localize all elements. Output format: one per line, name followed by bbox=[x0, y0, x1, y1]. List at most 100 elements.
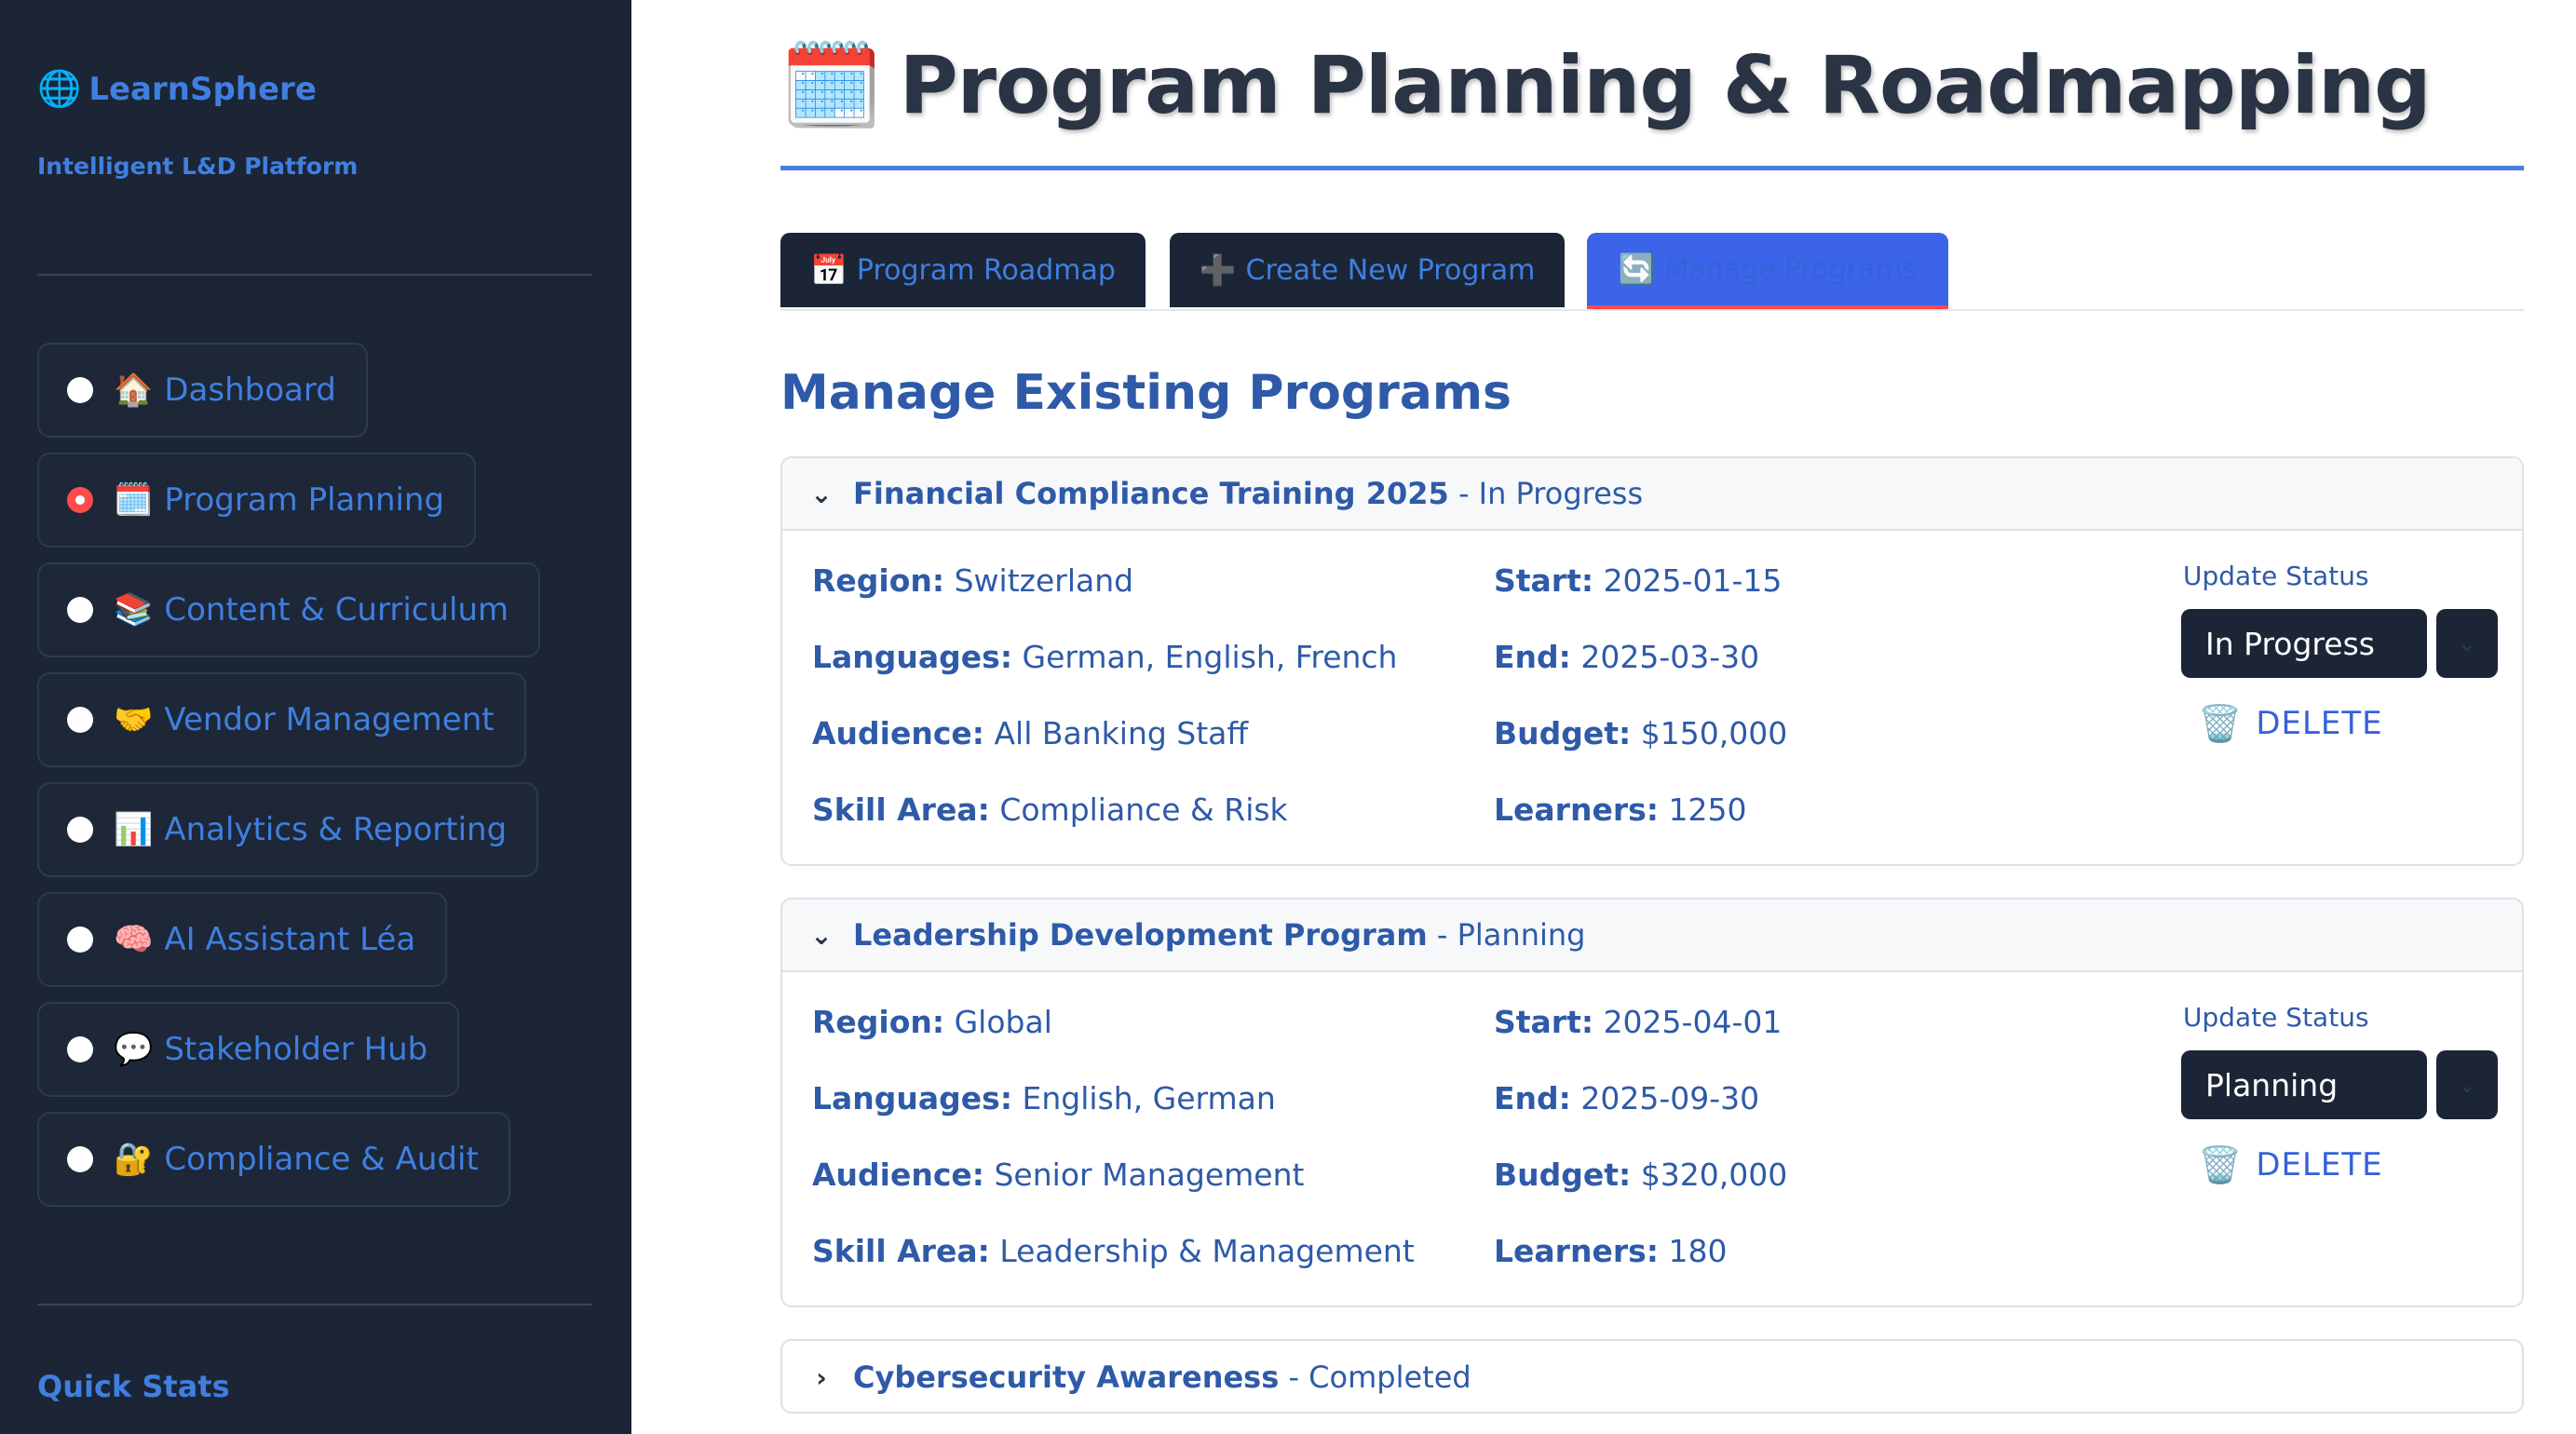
program-name: Financial Compliance Training 2025 bbox=[853, 476, 1449, 511]
field-start: Start: 2025-04-01 bbox=[1494, 1004, 1783, 1040]
field-languages: Languages: German, English, French bbox=[812, 639, 1398, 675]
separator: - bbox=[1427, 917, 1457, 953]
calendar-icon: 🗓️ bbox=[114, 482, 154, 518]
handshake-icon: 🤝 bbox=[114, 702, 154, 737]
quick-stats-heading: Quick Stats bbox=[37, 1369, 230, 1404]
page-title: Program Planning & Roadmapping bbox=[899, 39, 2432, 132]
books-icon: 📚 bbox=[114, 592, 154, 628]
sidebar-item-ai-assistant[interactable]: 🧠 AI Assistant Léa bbox=[37, 892, 448, 987]
field-budget: Budget: $150,000 bbox=[1494, 715, 1788, 751]
status-select[interactable]: In Progress bbox=[2181, 609, 2427, 678]
program-name: Cybersecurity Awareness bbox=[853, 1360, 1280, 1395]
program-expander-header[interactable]: ⌄ Financial Compliance Training 2025 - I… bbox=[782, 458, 2522, 531]
program-details: Region: Global Languages: English, Germa… bbox=[782, 972, 2522, 1305]
sidebar-item-label: Compliance & Audit bbox=[164, 1141, 479, 1178]
tab-bar: 📅 Program Roadmap ➕ Create New Program 🔄… bbox=[780, 233, 2524, 311]
delete-label: DELETE bbox=[2256, 705, 2383, 742]
radio-icon[interactable] bbox=[67, 817, 93, 843]
radio-icon[interactable] bbox=[67, 377, 93, 403]
chevron-down-icon: ⌄ bbox=[810, 478, 833, 509]
chevron-down-icon[interactable]: ⌄ bbox=[2436, 1050, 2498, 1119]
radio-icon[interactable] bbox=[67, 707, 93, 733]
sidebar-item-label: Program Planning bbox=[164, 481, 445, 519]
sidebar: 🌐 LearnSphere Intelligent L&D Platform 🏠… bbox=[0, 0, 631, 1434]
calendar-date-icon: 📅 bbox=[810, 252, 847, 288]
field-region: Region: Global bbox=[812, 1004, 1052, 1040]
trash-icon: 🗑️ bbox=[2198, 1144, 2244, 1185]
trash-icon: 🗑️ bbox=[2198, 703, 2244, 744]
delete-button[interactable]: 🗑️ DELETE bbox=[2198, 691, 2383, 756]
field-end: End: 2025-09-30 bbox=[1494, 1080, 1760, 1116]
field-end: End: 2025-03-30 bbox=[1494, 639, 1760, 675]
sidebar-item-label: AI Assistant Léa bbox=[164, 921, 416, 958]
radio-icon[interactable] bbox=[67, 597, 93, 623]
tab-label: Create New Program bbox=[1245, 253, 1536, 287]
status-select[interactable]: Planning bbox=[2181, 1050, 2427, 1119]
tab-manage-programs[interactable]: 🔄 Manage Programs bbox=[1587, 233, 1948, 309]
field-audience: Audience: All Banking Staff bbox=[812, 715, 1249, 751]
main-content: 🗓️ Program Planning & Roadmapping 📅 Prog… bbox=[631, 0, 2576, 1434]
sidebar-item-label: Stakeholder Hub bbox=[164, 1031, 428, 1068]
sidebar-item-label: Dashboard bbox=[164, 372, 336, 409]
sidebar-item-compliance-audit[interactable]: 🔐 Compliance & Audit bbox=[37, 1112, 510, 1207]
delete-button[interactable]: 🗑️ DELETE bbox=[2198, 1132, 2383, 1197]
brand-name: LearnSphere bbox=[88, 71, 317, 108]
chevron-right-icon: › bbox=[816, 1361, 827, 1393]
separator: - bbox=[1448, 476, 1479, 511]
program-card: ⌄ Financial Compliance Training 2025 - I… bbox=[780, 456, 2524, 866]
tab-label: Program Roadmap bbox=[856, 253, 1116, 287]
title-divider bbox=[780, 166, 2524, 170]
program-status: Planning bbox=[1457, 917, 1586, 953]
program-card: › Cybersecurity Awareness - Completed bbox=[780, 1339, 2524, 1414]
field-budget: Budget: $320,000 bbox=[1494, 1157, 1788, 1193]
field-skill-area: Skill Area: Leadership & Management bbox=[812, 1233, 1415, 1269]
brand: 🌐 LearnSphere bbox=[37, 71, 317, 108]
program-status: Completed bbox=[1308, 1360, 1471, 1395]
sidebar-item-vendor-management[interactable]: 🤝 Vendor Management bbox=[37, 672, 526, 767]
tab-create-new-program[interactable]: ➕ Create New Program bbox=[1170, 233, 1565, 307]
separator: - bbox=[1279, 1360, 1309, 1395]
house-icon: 🏠 bbox=[114, 372, 154, 408]
field-skill-area: Skill Area: Compliance & Risk bbox=[812, 791, 1288, 828]
brain-icon: 🧠 bbox=[114, 922, 154, 957]
sidebar-item-dashboard[interactable]: 🏠 Dashboard bbox=[37, 343, 368, 438]
bar-chart-icon: 📊 bbox=[114, 812, 154, 847]
program-card: ⌄ Leadership Development Program - Plann… bbox=[780, 898, 2524, 1307]
speech-bubble-icon: 💬 bbox=[114, 1032, 154, 1067]
sidebar-divider bbox=[37, 274, 592, 276]
field-start: Start: 2025-01-15 bbox=[1494, 562, 1783, 599]
sidebar-item-analytics-reporting[interactable]: 📊 Analytics & Reporting bbox=[37, 782, 539, 877]
globe-icon: 🌐 bbox=[37, 70, 82, 109]
sidebar-item-program-planning[interactable]: 🗓️ Program Planning bbox=[37, 453, 477, 548]
field-learners: Learners: 1250 bbox=[1494, 791, 1747, 828]
refresh-icon: 🔄 bbox=[1618, 251, 1656, 287]
radio-icon[interactable] bbox=[67, 1036, 93, 1062]
radio-icon[interactable] bbox=[67, 1146, 93, 1172]
radio-selected-icon[interactable] bbox=[67, 487, 93, 513]
chevron-down-icon: ⌄ bbox=[810, 919, 833, 951]
program-details: Region: Switzerland Languages: German, E… bbox=[782, 531, 2522, 864]
plus-icon: ➕ bbox=[1199, 252, 1237, 288]
program-expander-header[interactable]: ⌄ Leadership Development Program - Plann… bbox=[782, 900, 2522, 972]
sidebar-item-stakeholder-hub[interactable]: 💬 Stakeholder Hub bbox=[37, 1002, 460, 1097]
section-title: Manage Existing Programs bbox=[780, 365, 1512, 421]
sidebar-divider bbox=[37, 1304, 592, 1305]
tab-label: Manage Programs bbox=[1664, 252, 1918, 286]
calendar-icon: 🗓️ bbox=[780, 39, 883, 131]
page-header: 🗓️ Program Planning & Roadmapping bbox=[780, 39, 2432, 132]
field-languages: Languages: English, German bbox=[812, 1080, 1276, 1116]
program-expander-header[interactable]: › Cybersecurity Awareness - Completed bbox=[782, 1341, 2522, 1412]
tab-program-roadmap[interactable]: 📅 Program Roadmap bbox=[780, 233, 1146, 307]
sidebar-item-label: Vendor Management bbox=[164, 701, 495, 738]
sidebar-item-label: Content & Curriculum bbox=[164, 591, 509, 629]
delete-label: DELETE bbox=[2256, 1146, 2383, 1184]
sidebar-item-content-curriculum[interactable]: 📚 Content & Curriculum bbox=[37, 562, 541, 657]
radio-icon[interactable] bbox=[67, 927, 93, 953]
brand-tagline: Intelligent L&D Platform bbox=[37, 153, 359, 180]
field-audience: Audience: Senior Management bbox=[812, 1157, 1305, 1193]
program-name: Leadership Development Program bbox=[853, 917, 1428, 953]
field-learners: Learners: 180 bbox=[1494, 1233, 1728, 1269]
chevron-down-icon[interactable]: ⌄ bbox=[2436, 609, 2498, 678]
field-region: Region: Switzerland bbox=[812, 562, 1134, 599]
lock-key-icon: 🔐 bbox=[114, 1142, 154, 1177]
